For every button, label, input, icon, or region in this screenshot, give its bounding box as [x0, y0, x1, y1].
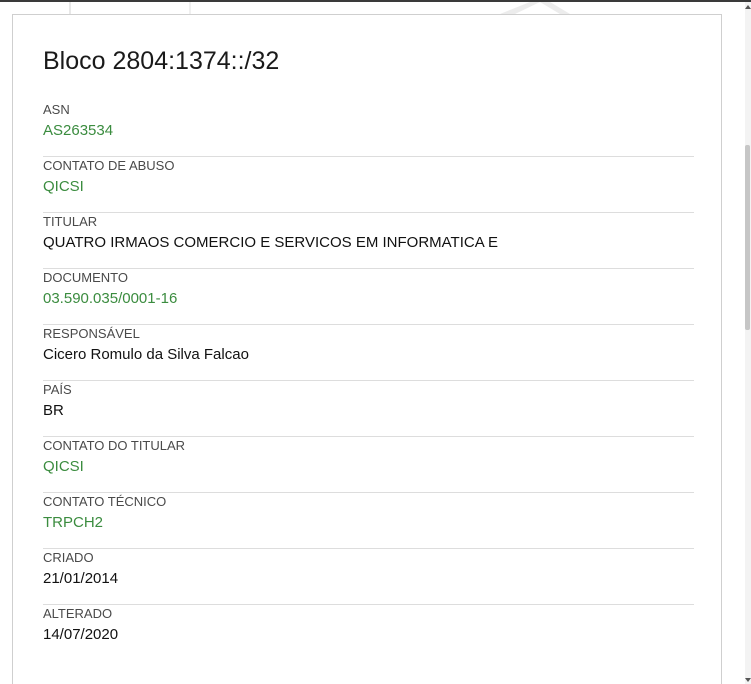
field-technical-contact: CONTATO TÉCNICO TRPCH2 — [43, 493, 694, 549]
scroll-down-arrow-icon[interactable] — [745, 678, 751, 682]
field-created: CRIADO 21/01/2014 — [43, 549, 694, 605]
field-holder-contact: CONTATO DO TITULAR QICSI — [43, 437, 694, 493]
background-decoration — [69, 2, 570, 14]
scroll-thumb[interactable] — [745, 145, 750, 330]
holder-value: QUATRO IRMAOS COMERCIO E SERVICOS EM INF… — [43, 234, 499, 251]
field-label: DOCUMENTO — [43, 270, 128, 285]
field-abuse-contact: CONTATO DE ABUSO QICSI — [43, 157, 694, 213]
field-label: CONTATO DE ABUSO — [43, 158, 175, 173]
field-label: CONTATO TÉCNICO — [43, 494, 167, 509]
field-label: ALTERADO — [43, 606, 113, 621]
changed-value: 14/07/2020 — [43, 626, 119, 643]
asn-link[interactable]: AS263534 — [43, 121, 113, 141]
holder-contact-link[interactable]: QICSI — [43, 457, 84, 477]
field-label: RESPONSÁVEL — [43, 326, 140, 341]
page-viewport: Bloco 2804:1374::/32 ASN AS263534 CONTAT… — [0, 0, 751, 684]
document-link[interactable]: 03.590.035/0001-16 — [43, 289, 177, 309]
field-label: CRIADO — [43, 550, 94, 565]
field-label: CONTATO DO TITULAR — [43, 438, 186, 453]
field-holder: TITULAR QUATRO IRMAOS COMERCIO E SERVICO… — [43, 213, 694, 269]
scroll-up-arrow-icon[interactable] — [745, 5, 751, 9]
abuse-contact-link[interactable]: QICSI — [43, 177, 84, 197]
created-value: 21/01/2014 — [43, 570, 119, 587]
field-document: DOCUMENTO 03.590.035/0001-16 — [43, 269, 694, 325]
field-asn: ASN AS263534 — [43, 101, 694, 157]
field-responsible: RESPONSÁVEL Cicero Romulo da Silva Falca… — [43, 325, 694, 381]
field-label: TITULAR — [43, 214, 98, 229]
country-value: BR — [43, 402, 64, 419]
technical-contact-link[interactable]: TRPCH2 — [43, 513, 103, 533]
field-changed: ALTERADO 14/07/2020 — [43, 605, 694, 660]
block-fields-list: ASN AS263534 CONTATO DE ABUSO QICSI TITU… — [43, 101, 694, 660]
field-country: PAÍS BR — [43, 381, 694, 437]
field-label: ASN — [43, 102, 70, 117]
block-details-card: Bloco 2804:1374::/32 ASN AS263534 CONTAT… — [12, 14, 722, 684]
page-title: Bloco 2804:1374::/32 — [43, 47, 280, 75]
vertical-scrollbar[interactable] — [745, 2, 751, 684]
responsible-value: Cicero Romulo da Silva Falcao — [43, 346, 249, 363]
field-label: PAÍS — [43, 382, 72, 397]
